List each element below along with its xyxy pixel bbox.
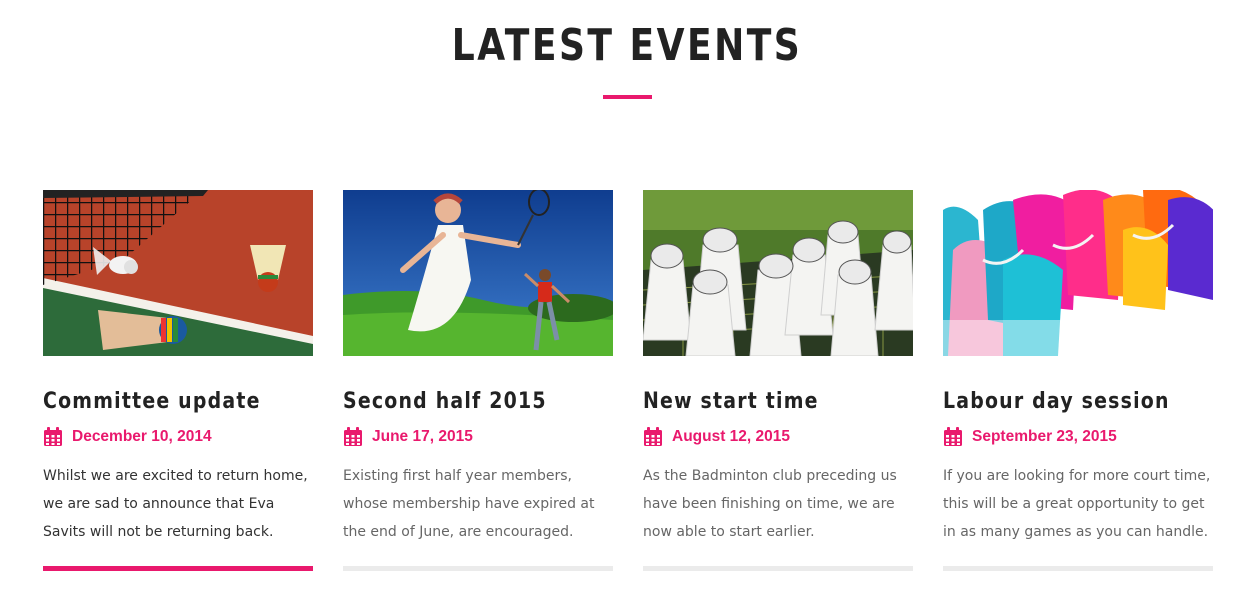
event-image-colorful-feathers[interactable] [943, 190, 1213, 356]
event-date-row: December 10, 2014 [43, 426, 313, 448]
event-date: June 17, 2015 [372, 428, 473, 445]
event-excerpt: As the Badminton club preceding us have … [643, 468, 897, 540]
event-date-row: June 17, 2015 [343, 426, 613, 448]
event-date: August 12, 2015 [672, 428, 791, 445]
calendar-icon [944, 427, 962, 446]
calendar-icon [644, 427, 662, 446]
event-card-new-start-time[interactable]: New start time August 12, 2015 As the Ba… [643, 190, 913, 571]
event-date-row: August 12, 2015 [643, 426, 913, 448]
event-date: December 10, 2014 [72, 428, 212, 445]
event-card-bar [643, 566, 913, 571]
event-date: September 23, 2015 [972, 428, 1117, 445]
event-title[interactable]: Second half 2015 [343, 389, 575, 414]
title-underline [603, 95, 652, 99]
event-title[interactable]: New start time [643, 389, 875, 414]
calendar-icon [44, 427, 62, 446]
event-card-committee-update[interactable]: Committee update December 10, 2014 Whils… [43, 190, 313, 571]
event-card-bar [943, 566, 1213, 571]
section-title: LATEST EVENTS [451, 20, 803, 71]
event-card-bar-active [43, 566, 313, 571]
event-image-shuttlecocks-on-court[interactable] [43, 190, 313, 356]
event-title[interactable]: Committee update [43, 389, 275, 414]
calendar-icon [344, 427, 362, 446]
event-card-second-half-2015[interactable]: Second half 2015 June 17, 2015 Existing … [343, 190, 613, 571]
event-excerpt: Whilst we are excited to return home, we… [43, 468, 308, 540]
event-title[interactable]: Labour day session [943, 389, 1175, 414]
event-card-bar [343, 566, 613, 571]
event-image-shuttlecocks-on-racket[interactable] [643, 190, 913, 356]
event-card-labour-day-session[interactable]: Labour day session September 23, 2015 If… [943, 190, 1213, 571]
event-excerpt: If you are looking for more court time, … [943, 468, 1211, 540]
event-date-row: September 23, 2015 [943, 426, 1213, 448]
event-excerpt: Existing first half year members, whose … [343, 468, 595, 540]
event-image-players-in-field[interactable] [343, 190, 613, 356]
